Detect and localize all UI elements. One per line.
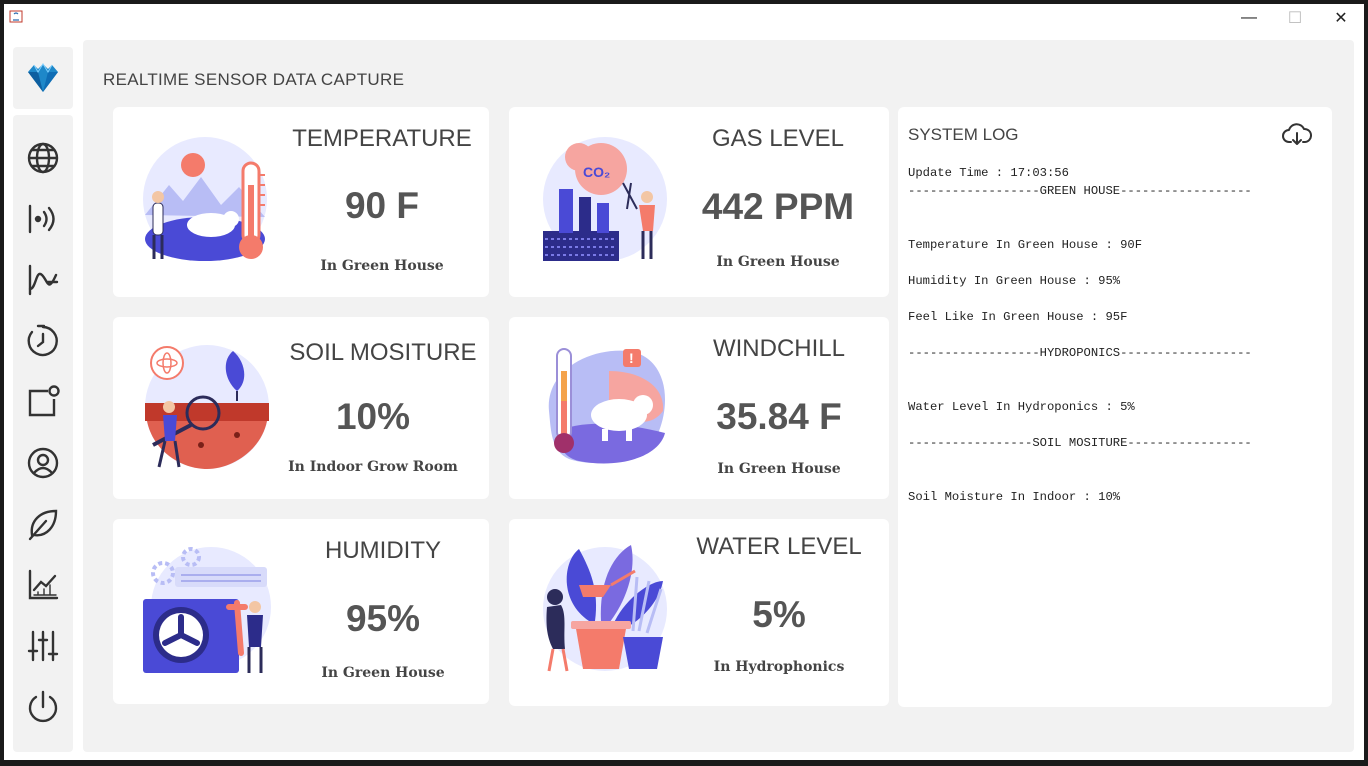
title-bar: — ☐ ✕ xyxy=(4,4,1364,32)
java-app-icon xyxy=(9,10,23,23)
chart-icon xyxy=(28,569,59,600)
log-line: Update Time : 17:03:56 xyxy=(908,166,1069,180)
crystal-logo-icon xyxy=(28,63,58,92)
water-level-value: 5% xyxy=(752,594,806,635)
humidity-ac-illustration-icon xyxy=(143,547,271,673)
water-level-title: WATER LEVEL xyxy=(696,533,862,560)
svg-text:CO₂: CO₂ xyxy=(583,164,610,180)
log-line: -----------------SOIL MOSITURE----------… xyxy=(908,436,1252,450)
soil-moisture-card: SOIL MOSITURE 10% In Indoor Grow Room xyxy=(113,317,489,499)
nav-clock[interactable] xyxy=(23,321,63,361)
nav-notifications[interactable] xyxy=(23,382,63,422)
temperature-illustration-icon xyxy=(143,137,267,261)
temperature-value: 90 F xyxy=(344,185,420,226)
windchill-value: 35.84 F xyxy=(716,396,842,437)
app-window: — ☐ ✕ REALTIME SENSOR DATA CAPTURE TEMPE… xyxy=(4,4,1364,760)
windchill-location: In Green House xyxy=(717,461,841,477)
power-icon xyxy=(28,690,58,723)
soil-moisture-value: 10% xyxy=(335,396,411,437)
humidity-value: 95% xyxy=(345,598,421,639)
humidity-card: HUMIDITY 95% In Green House xyxy=(113,519,489,704)
globe-icon xyxy=(27,142,59,174)
minimize-button[interactable]: — xyxy=(1226,4,1272,32)
gas-level-title: GAS LEVEL xyxy=(711,125,845,152)
cloud-download-icon[interactable] xyxy=(1282,122,1312,148)
nav-sliders[interactable] xyxy=(23,626,63,666)
nav-user[interactable] xyxy=(23,443,63,483)
windchill-card: ! WINDCHILL 35.84 F In Green House xyxy=(509,317,889,499)
soil-moisture-location: In Indoor Grow Room xyxy=(288,459,458,475)
temperature-card: TEMPERATURE 90 F In Green House xyxy=(113,107,489,297)
nav-signal[interactable] xyxy=(23,199,63,239)
close-button[interactable]: ✕ xyxy=(1318,4,1364,32)
log-line: Water Level In Hydroponics : 5% xyxy=(908,400,1135,414)
maximize-button[interactable]: ☐ xyxy=(1272,4,1318,32)
windchill-illustration-icon: ! xyxy=(548,348,666,464)
soil-moisture-title: SOIL MOSITURE xyxy=(289,339,477,366)
water-level-location: In Hydrophonics xyxy=(713,659,845,675)
leaf-icon xyxy=(28,509,58,541)
gas-level-card: CO₂ GAS LEVEL 442 PPM In Green House xyxy=(509,107,889,297)
system-log-panel: SYSTEM LOG Update Time : 17:03:56 ------… xyxy=(898,107,1332,707)
sidebar xyxy=(13,115,73,752)
nav-globe[interactable] xyxy=(23,138,63,178)
notification-icon xyxy=(28,385,60,417)
windchill-title: WINDCHILL xyxy=(712,335,845,362)
user-circle-icon xyxy=(27,447,59,479)
log-line: ------------------HYDROPONICS-----------… xyxy=(908,346,1252,360)
system-log-text: Update Time : 17:03:56 -----------------… xyxy=(908,164,1328,506)
svg-text:!: ! xyxy=(629,350,634,366)
log-line: Temperature In Green House : 90F xyxy=(908,238,1143,252)
temperature-title: TEMPERATURE xyxy=(292,125,472,152)
soil-moisture-illustration-icon xyxy=(145,345,269,469)
log-line: Feel Like In Green House : 95F xyxy=(908,310,1128,324)
sliders-icon xyxy=(27,630,59,662)
app-logo[interactable] xyxy=(13,47,73,109)
temperature-location: In Green House xyxy=(320,258,444,274)
gas-level-location: In Green House xyxy=(716,254,840,270)
gas-level-value: 442 PPM xyxy=(701,186,855,227)
nav-waveform[interactable] xyxy=(23,260,63,300)
nav-power[interactable] xyxy=(23,687,63,727)
nav-leaf[interactable] xyxy=(23,504,63,544)
log-line: Humidity In Green House : 95% xyxy=(908,274,1121,288)
water-plant-illustration-icon xyxy=(543,545,667,672)
log-line: ------------------GREEN HOUSE-----------… xyxy=(908,184,1252,198)
system-log-title: SYSTEM LOG xyxy=(908,125,1019,144)
wave-graph-icon xyxy=(28,264,59,296)
humidity-title: HUMIDITY xyxy=(325,537,441,564)
water-level-card: WATER LEVEL 5% In Hydrophonics xyxy=(509,519,889,706)
signal-icon xyxy=(28,204,55,234)
log-line: Soil Moisture In Indoor : 10% xyxy=(908,490,1121,504)
nav-chart[interactable] xyxy=(23,565,63,605)
clock-icon xyxy=(27,324,58,357)
main-panel: REALTIME SENSOR DATA CAPTURE TEMPERATURE… xyxy=(83,40,1354,752)
gas-factory-illustration-icon: CO₂ xyxy=(543,137,667,261)
humidity-location: In Green House xyxy=(321,665,445,681)
page-title: REALTIME SENSOR DATA CAPTURE xyxy=(103,70,405,89)
